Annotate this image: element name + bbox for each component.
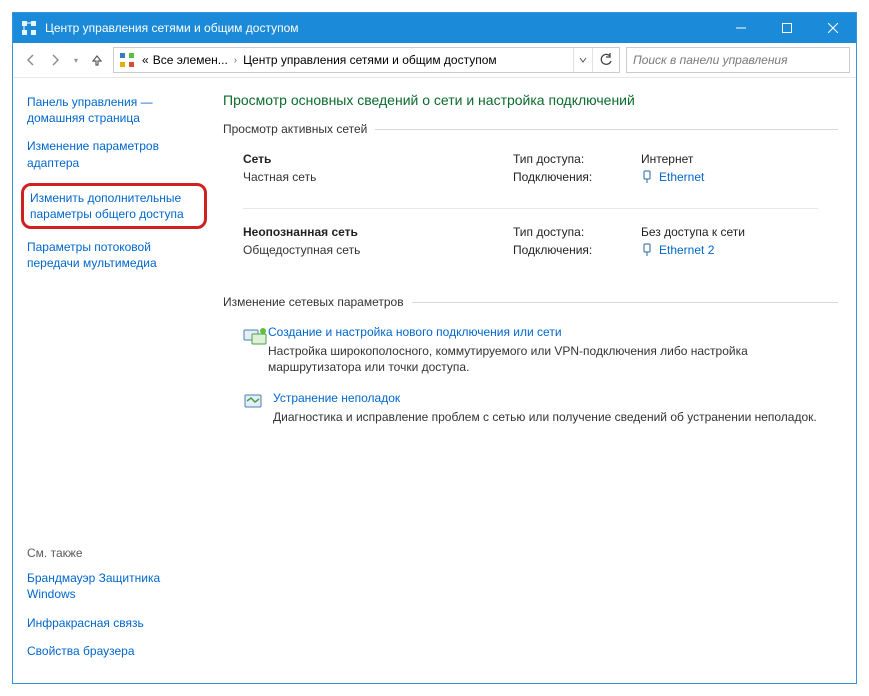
action-title: Создание и настройка нового подключения … bbox=[268, 325, 838, 339]
minimize-button[interactable] bbox=[718, 13, 764, 43]
main-content: Просмотр основных сведений о сети и наст… bbox=[213, 78, 856, 683]
troubleshoot-icon bbox=[243, 391, 273, 425]
action-title: Устранение неполадок bbox=[273, 391, 817, 405]
see-also-heading: См. также bbox=[27, 546, 203, 560]
sidebar: Панель управления — домашняя страница Из… bbox=[13, 78, 213, 683]
address-bar[interactable]: « Все элемен... › Центр управления сетям… bbox=[113, 47, 620, 73]
sidebar-item-advanced-sharing[interactable]: Изменить дополнительные параметры общего… bbox=[30, 190, 198, 222]
action-new-connection[interactable]: Создание и настройка нового подключения … bbox=[223, 319, 838, 385]
connections-label: Подключения: bbox=[513, 243, 641, 257]
connection-link[interactable]: Ethernet 2 bbox=[641, 243, 714, 257]
breadcrumb-all-elements[interactable]: Все элемен... bbox=[151, 48, 230, 72]
divider bbox=[375, 129, 838, 130]
see-also-infrared[interactable]: Инфракрасная связь bbox=[27, 615, 203, 631]
change-settings-label: Изменение сетевых параметров bbox=[223, 295, 404, 309]
access-type-label: Тип доступа: bbox=[513, 152, 641, 166]
up-button[interactable] bbox=[85, 48, 109, 72]
connections-label: Подключения: bbox=[513, 170, 641, 184]
action-troubleshoot[interactable]: Устранение неполадок Диагностика и испра… bbox=[223, 385, 838, 435]
address-row: ▾ « Все элемен... › Центр управления сет… bbox=[13, 43, 856, 78]
network-block: Неопознанная сеть Общедоступная сеть Тип… bbox=[223, 219, 838, 275]
network-block: Сеть Частная сеть Тип доступа: Интернет … bbox=[223, 146, 838, 202]
breadcrumb-prefix: « bbox=[140, 48, 151, 72]
history-dropdown[interactable]: ▾ bbox=[69, 56, 83, 65]
divider bbox=[243, 208, 818, 209]
maximize-button[interactable] bbox=[764, 13, 810, 43]
search-input[interactable]: Поиск в панели управления bbox=[626, 47, 850, 73]
breadcrumb-current[interactable]: Центр управления сетями и общим доступом bbox=[241, 48, 499, 72]
refresh-button[interactable] bbox=[592, 48, 619, 72]
sidebar-item-home[interactable]: Панель управления — домашняя страница bbox=[27, 94, 203, 126]
app-icon bbox=[21, 20, 37, 36]
connection-link[interactable]: Ethernet bbox=[641, 170, 704, 184]
active-networks-label: Просмотр активных сетей bbox=[223, 122, 367, 136]
sidebar-item-adapter-settings[interactable]: Изменение параметров адаптера bbox=[27, 138, 203, 170]
titlebar: Центр управления сетями и общим доступом bbox=[13, 13, 856, 43]
action-desc: Диагностика и исправление проблем с сеть… bbox=[273, 409, 817, 425]
sidebar-item-media-streaming[interactable]: Параметры потоковой передачи мультимедиа bbox=[27, 239, 203, 271]
control-panel-icon bbox=[118, 51, 136, 69]
window-title: Центр управления сетями и общим доступом bbox=[45, 21, 718, 35]
ethernet-icon bbox=[641, 170, 653, 184]
new-connection-icon bbox=[243, 325, 268, 375]
forward-button[interactable] bbox=[43, 48, 67, 72]
ethernet-icon bbox=[641, 243, 653, 257]
chevron-right-icon: › bbox=[230, 55, 241, 66]
highlighted-annotation: Изменить дополнительные параметры общего… bbox=[21, 183, 207, 229]
action-desc: Настройка широкополосного, коммутируемог… bbox=[268, 343, 838, 375]
network-name: Сеть bbox=[243, 152, 513, 166]
access-type-value: Интернет bbox=[641, 152, 693, 166]
network-name: Неопознанная сеть bbox=[243, 225, 513, 239]
page-title: Просмотр основных сведений о сети и наст… bbox=[223, 92, 838, 108]
network-type: Частная сеть bbox=[243, 170, 513, 184]
see-also-firewall[interactable]: Брандмауэр Защитника Windows bbox=[27, 570, 203, 602]
access-type-value: Без доступа к сети bbox=[641, 225, 745, 239]
network-type: Общедоступная сеть bbox=[243, 243, 513, 257]
back-button[interactable] bbox=[19, 48, 43, 72]
search-placeholder: Поиск в панели управления bbox=[633, 53, 788, 67]
close-button[interactable] bbox=[810, 13, 856, 43]
access-type-label: Тип доступа: bbox=[513, 225, 641, 239]
divider bbox=[412, 302, 838, 303]
see-also-internet-options[interactable]: Свойства браузера bbox=[27, 643, 203, 659]
address-dropdown[interactable] bbox=[573, 48, 592, 72]
